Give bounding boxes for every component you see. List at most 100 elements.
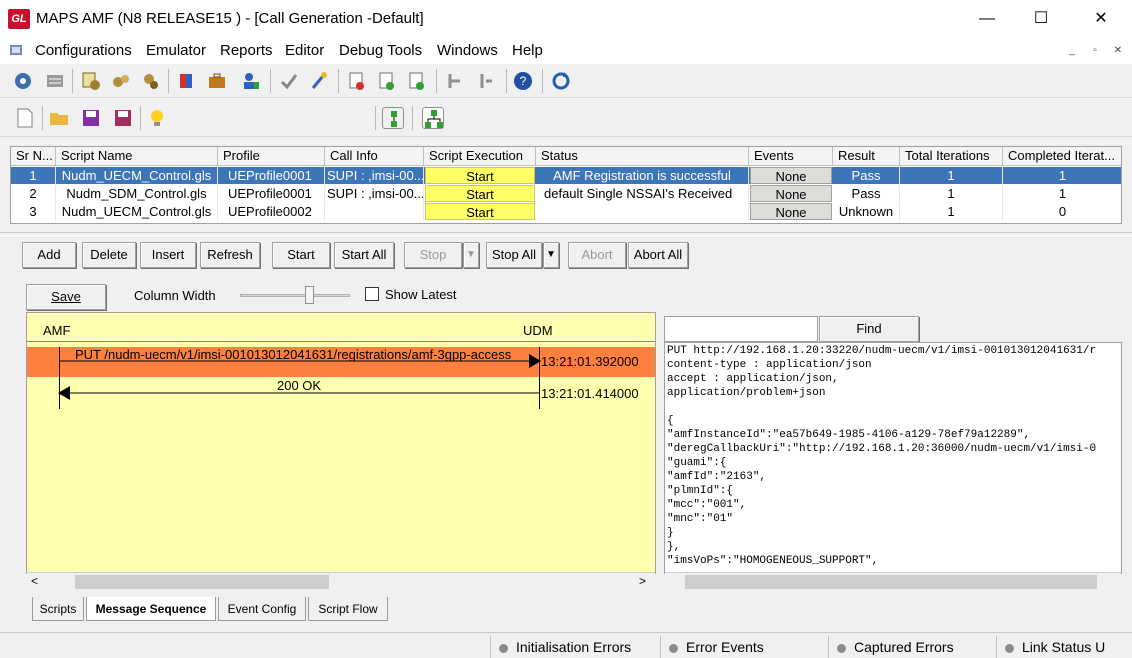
refresh-icon[interactable] bbox=[550, 70, 572, 92]
doc-green-p-icon[interactable] bbox=[406, 70, 428, 92]
profile-colors-icon[interactable] bbox=[176, 70, 198, 92]
user-database-icon[interactable] bbox=[240, 70, 262, 92]
refresh-button[interactable]: Refresh bbox=[200, 242, 260, 268]
wizard-icon[interactable] bbox=[308, 70, 330, 92]
header-total-iterations[interactable]: Total Iterations bbox=[900, 147, 1003, 166]
mdi-app-icon[interactable] bbox=[8, 42, 24, 58]
menu-editor[interactable]: Editor bbox=[285, 42, 324, 59]
stop-all-dropdown-button[interactable]: ▼ bbox=[543, 242, 559, 268]
gears-icon[interactable] bbox=[110, 70, 132, 92]
header-profile[interactable]: Profile bbox=[218, 147, 325, 166]
header-call-info[interactable]: Call Info bbox=[325, 147, 424, 166]
menu-emulator[interactable]: Emulator bbox=[146, 42, 206, 59]
tab-message-sequence[interactable]: Message Sequence bbox=[86, 597, 216, 621]
disconnect-icon[interactable] bbox=[476, 70, 498, 92]
column-width-slider-track[interactable] bbox=[240, 294, 350, 297]
cell-script: Nudm_UECM_Control.gls bbox=[56, 167, 218, 184]
tab-event-config[interactable]: Event Config bbox=[218, 597, 306, 621]
maximize-button[interactable]: ☐ bbox=[1014, 0, 1068, 38]
stop-all-button[interactable]: Stop All bbox=[486, 242, 542, 268]
sequence-horizontal-scrollbar[interactable]: < > bbox=[27, 572, 655, 590]
script-config-icon[interactable] bbox=[80, 70, 102, 92]
start-all-button[interactable]: Start All bbox=[334, 242, 394, 268]
find-input[interactable] bbox=[664, 316, 818, 342]
add-button[interactable]: Add bbox=[22, 242, 76, 268]
scroll-left-icon[interactable]: < bbox=[31, 574, 38, 588]
check-tool-icon[interactable] bbox=[278, 70, 300, 92]
save-icon[interactable] bbox=[80, 107, 102, 129]
connect-icon[interactable] bbox=[444, 70, 466, 92]
abort-button[interactable]: Abort bbox=[568, 242, 626, 268]
start-cell-button[interactable]: Start bbox=[425, 185, 535, 202]
table-row[interactable]: 3 Nudm_UECM_Control.gls UEProfile0002 St… bbox=[11, 203, 1121, 220]
events-cell-button[interactable]: None bbox=[750, 203, 832, 220]
message-detail-pane[interactable]: PUT http://192.168.1.20:33220/nudm-uecm/… bbox=[664, 342, 1122, 574]
tab-script-flow[interactable]: Script Flow bbox=[308, 597, 388, 621]
gear-icon[interactable] bbox=[12, 70, 34, 92]
menu-configurations[interactable]: Configurations bbox=[35, 42, 132, 59]
stop-button[interactable]: Stop bbox=[404, 242, 462, 268]
table-row[interactable]: 1 Nudm_UECM_Control.gls UEProfile0001 SU… bbox=[11, 167, 1121, 184]
cell-profile: UEProfile0002 bbox=[218, 203, 325, 220]
cell-profile: UEProfile0001 bbox=[218, 185, 325, 202]
header-script-execution[interactable]: Script Execution bbox=[424, 147, 536, 166]
header-events[interactable]: Events bbox=[749, 147, 833, 166]
header-sr-no[interactable]: Sr N... bbox=[11, 147, 56, 166]
menu-debug-tools[interactable]: Debug Tools bbox=[339, 42, 422, 59]
delete-button[interactable]: Delete bbox=[82, 242, 136, 268]
file-toolbar bbox=[0, 99, 1132, 137]
gears-settings-icon[interactable] bbox=[140, 70, 162, 92]
open-folder-icon[interactable] bbox=[48, 107, 70, 129]
events-cell-button[interactable]: None bbox=[750, 185, 832, 202]
status-error-events[interactable]: Error Events bbox=[660, 636, 820, 658]
insert-button[interactable]: Insert bbox=[140, 242, 196, 268]
status-captured-errors[interactable]: Captured Errors bbox=[828, 636, 994, 658]
mdi-minimize-button[interactable]: _ bbox=[1062, 42, 1082, 60]
cell-profile: UEProfile0001 bbox=[218, 167, 325, 184]
start-cell-button[interactable]: Start bbox=[425, 167, 535, 184]
header-completed-iterations[interactable]: Completed Iterat... bbox=[1003, 147, 1121, 166]
doc-green-c-icon[interactable] bbox=[376, 70, 398, 92]
mdi-restore-button[interactable]: ▫ bbox=[1085, 42, 1105, 60]
detail-horizontal-scrollbar[interactable] bbox=[665, 572, 1121, 590]
abort-all-button[interactable]: Abort All bbox=[628, 242, 688, 268]
mdi-close-button[interactable]: ✕ bbox=[1108, 42, 1128, 60]
scroll-thumb[interactable] bbox=[75, 575, 329, 589]
lightbulb-icon[interactable] bbox=[146, 107, 168, 129]
splitter[interactable] bbox=[0, 232, 1132, 236]
vertical-layout-icon[interactable] bbox=[382, 107, 404, 129]
status-link-status[interactable]: Link Status U bbox=[996, 636, 1132, 658]
start-button[interactable]: Start bbox=[272, 242, 330, 268]
menu-reports[interactable]: Reports bbox=[220, 42, 273, 59]
tab-scripts[interactable]: Scripts bbox=[32, 597, 84, 621]
header-script-name[interactable]: Script Name bbox=[56, 147, 218, 166]
status-initialisation-errors[interactable]: Initialisation Errors bbox=[490, 636, 658, 658]
header-status[interactable]: Status bbox=[536, 147, 749, 166]
close-button[interactable]: ✕ bbox=[1074, 0, 1128, 38]
detail-scroll-thumb[interactable] bbox=[685, 575, 1097, 589]
table-row[interactable]: 2 Nudm_SDM_Control.gls UEProfile0001 SUP… bbox=[11, 185, 1121, 202]
doc-red-icon[interactable] bbox=[346, 70, 368, 92]
menu-help[interactable]: Help bbox=[512, 42, 543, 59]
save-button[interactable]: Save bbox=[26, 284, 106, 310]
cell-completed: 1 bbox=[1003, 167, 1121, 184]
list-icon[interactable] bbox=[44, 70, 66, 92]
scroll-right-icon[interactable]: > bbox=[639, 574, 646, 588]
briefcase-icon[interactable] bbox=[206, 70, 228, 92]
events-cell-button[interactable]: None bbox=[750, 167, 832, 184]
save-as-icon[interactable] bbox=[112, 107, 134, 129]
header-result[interactable]: Result bbox=[833, 147, 900, 166]
start-cell-button[interactable]: Start bbox=[425, 203, 535, 220]
tree-layout-icon[interactable] bbox=[422, 107, 444, 129]
message-label[interactable]: 200 OK bbox=[277, 378, 321, 393]
column-width-slider-thumb[interactable] bbox=[305, 286, 314, 304]
stop-dropdown-button[interactable]: ▼ bbox=[463, 242, 479, 268]
title-bar: GL MAPS AMF (N8 RELEASE15 ) - [Call Gene… bbox=[0, 0, 1132, 38]
menu-windows[interactable]: Windows bbox=[437, 42, 498, 59]
help-icon[interactable]: ? bbox=[512, 70, 534, 92]
show-latest-checkbox[interactable] bbox=[365, 287, 379, 301]
message-label[interactable]: PUT /nudm-uecm/v1/imsi-001013012041631/r… bbox=[75, 347, 511, 362]
minimize-button[interactable]: — bbox=[960, 0, 1014, 38]
find-button[interactable]: Find bbox=[819, 316, 919, 342]
new-file-icon[interactable] bbox=[14, 107, 36, 129]
